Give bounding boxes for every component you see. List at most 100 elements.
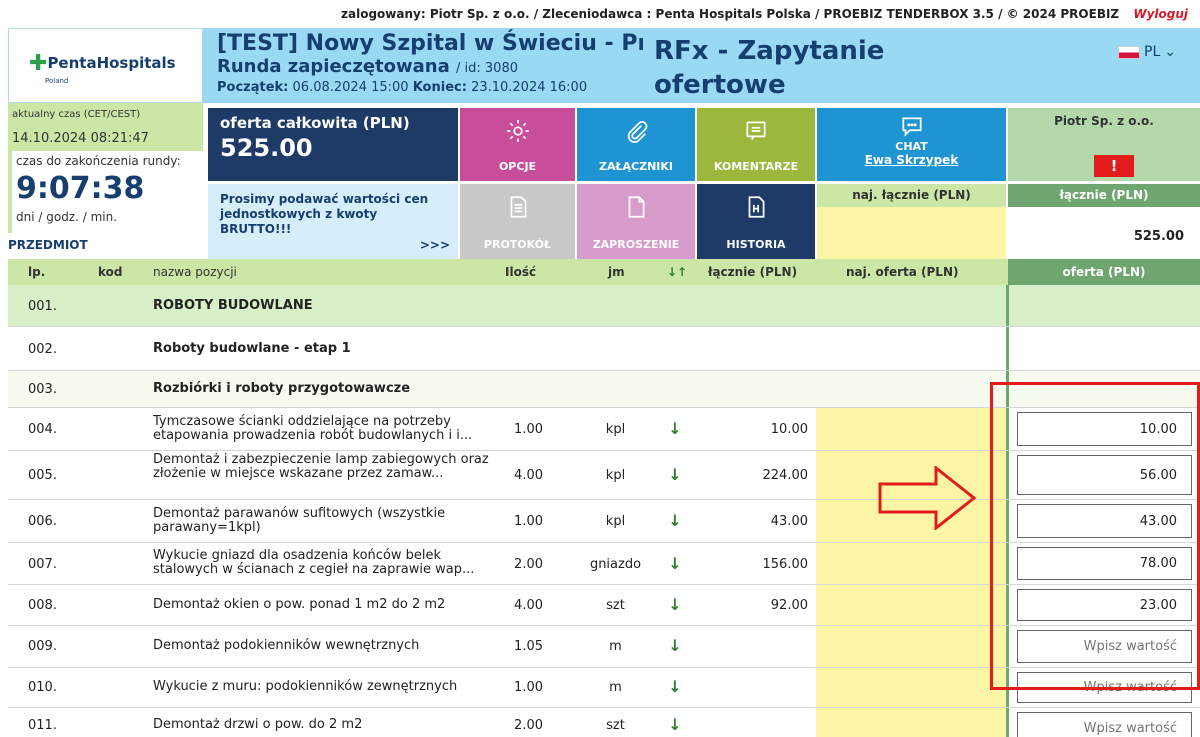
logout-link[interactable]: Wyloguj [1133,7,1188,21]
row-unit: kpl [605,468,626,483]
total-value: 525.00 [1008,207,1200,259]
time-panel: aktualny czas (CET/CEST) 14.10.2024 08:2… [8,103,203,233]
header-qty[interactable]: Ilość [505,265,536,279]
arrow-down-icon[interactable]: ↓ [663,465,687,484]
offer-input[interactable] [1017,712,1192,737]
invitation-label: ZAPROSZENIE [592,238,680,251]
row-lp: 003. [28,382,57,397]
top-info-bar: zalogowany: Piotr Sp. z o.o. / Zleceniod… [0,0,1200,27]
row-unit: m [609,639,622,654]
row-name: Demontaż i zabezpieczenie lamp zabiegowy… [153,452,489,481]
chat-button[interactable]: CHAT Ewa Skrzypek [817,108,1006,181]
comment-icon [746,121,766,141]
row-unit: m [609,680,622,695]
row-qty: 2.00 [514,718,543,733]
round-label: Runda zapieczętowana [217,56,450,77]
header-offer[interactable]: oferta (PLN) [1008,259,1200,285]
best-offer-cell [816,543,1006,584]
row-unit: szt [606,718,625,733]
row-lp: 008. [28,598,57,613]
row-name: Demontaż parawanów sufitowych (wszystkie… [153,506,446,535]
best-offer-cell [816,585,1006,625]
row-unit: szt [606,598,625,613]
offer-cell [1006,708,1200,737]
header-best-offer[interactable]: naj. oferta (PLN) [846,265,958,279]
arrow-down-icon[interactable]: ↓ [663,595,687,614]
row-total: 43.00 [770,514,808,529]
login-info: zalogowany: Piotr Sp. z o.o. / Zleceniod… [341,7,1120,21]
chat-bubble-icon [901,117,922,137]
arrow-down-icon[interactable]: ↓ [663,419,687,438]
row-name: Tymczasowe ścianki oddzielające na potrz… [153,414,473,443]
penta-cross-icon: ✚ [29,51,48,76]
arrow-down-icon[interactable]: ↓ [663,511,687,530]
offer-total-panel: oferta całkowita (PLN) 525.00 [208,108,458,181]
tender-dates: Początek: 06.08.2024 15:00 Koniec: 23.10… [217,80,629,95]
row-lp: 010. [28,680,57,695]
blank-page-icon [628,196,645,218]
round-status: Runda zapieczętowana / id: 3080 [217,56,629,80]
sort-arrows-icon[interactable]: ↓↑ [667,265,687,279]
best-offer-cell [816,626,1006,667]
highlight-box [990,382,1200,690]
row-qty: 4.00 [514,598,543,613]
row-qty: 1.00 [514,514,543,529]
options-button[interactable]: OPCJE [460,108,575,181]
language-selector[interactable]: PL ⌄ [1118,44,1176,60]
row-lp: 009. [28,639,57,654]
header-name[interactable]: nazwa pozycji [153,265,237,279]
protocol-button[interactable]: PROTOKÓŁ [460,184,575,259]
best-offer-cell [816,668,1006,707]
poland-flag-icon [1118,45,1141,59]
row-lp: 005. [28,468,57,483]
logo-mark: ✚PentaHospitals [29,51,176,76]
table-row: 011. Demontaż drzwi o pow. do 2 m2 2.00 … [8,708,1200,737]
row-unit: kpl [605,514,626,529]
header-total[interactable]: łącznie (PLN) [708,265,797,279]
comments-button[interactable]: KOMENTARZE [697,108,815,181]
row-unit: kpl [605,422,626,437]
section-label: PRZEDMIOT [8,238,88,252]
notice-banner[interactable]: Prosimy podawać wartości cen jednostkowy… [208,184,458,259]
header-unit[interactable]: jm [608,265,625,279]
chat-user-link[interactable]: Ewa Skrzypek [817,153,1006,167]
row-lp: 006. [28,514,57,529]
countdown-label: czas do zakończenia rundy: [16,154,181,168]
table-row: 001. ROBOTY BUDOWLANE [8,285,1200,327]
row-name: Roboty budowlane - etap 1 [153,341,351,356]
attachments-button[interactable]: ZAŁĄCZNIKI [577,108,695,181]
notice-text: Prosimy podawać wartości cen jednostkowy… [220,192,429,236]
table-row: 002. Roboty budowlane - etap 1 [8,327,1200,371]
best-offer-cell [816,708,1006,737]
start-label: Początek: [217,80,289,95]
invitation-button[interactable]: ZAPROSZENIE [577,184,695,259]
tender-header: [TEST] Nowy Szpital w Świeciu - Pr Runda… [203,28,643,103]
row-qty: 1.05 [514,639,543,654]
history-document-icon [748,196,765,218]
logo[interactable]: ✚PentaHospitals Poland [8,28,203,103]
row-name: Demontaż drzwi o pow. do 2 m2 [153,717,363,732]
notice-more[interactable]: >>> [420,238,450,253]
history-button[interactable]: HISTORIA [697,184,815,259]
best-total-label: naj. łącznie (PLN) [817,184,1006,207]
arrow-down-icon[interactable]: ↓ [663,554,687,573]
row-total: 224.00 [762,468,809,483]
document-icon [510,196,526,218]
row-lp: 007. [28,557,57,572]
row-lp: 001. [28,299,57,314]
header-code: kod [98,265,123,279]
countdown-units: dni / godz. / min. [16,210,118,224]
row-qty: 1.00 [514,680,543,695]
row-total: 92.00 [770,598,808,613]
arrow-down-icon[interactable]: ↓ [663,677,687,696]
options-label: OPCJE [498,160,537,173]
end-label: Koniec: [412,80,467,95]
total-label: łącznie (PLN) [1008,184,1200,207]
alert-badge[interactable]: ! [1094,155,1134,177]
row-name: Demontaż podokienników wewnętrznych [153,638,420,653]
arrow-down-icon[interactable]: ↓ [663,715,687,734]
tender-title: [TEST] Nowy Szpital w Świeciu - Pr [217,31,643,56]
arrow-down-icon[interactable]: ↓ [663,636,687,655]
current-time-label: aktualny czas (CET/CEST) [12,109,141,120]
offer-cell [1006,327,1200,370]
